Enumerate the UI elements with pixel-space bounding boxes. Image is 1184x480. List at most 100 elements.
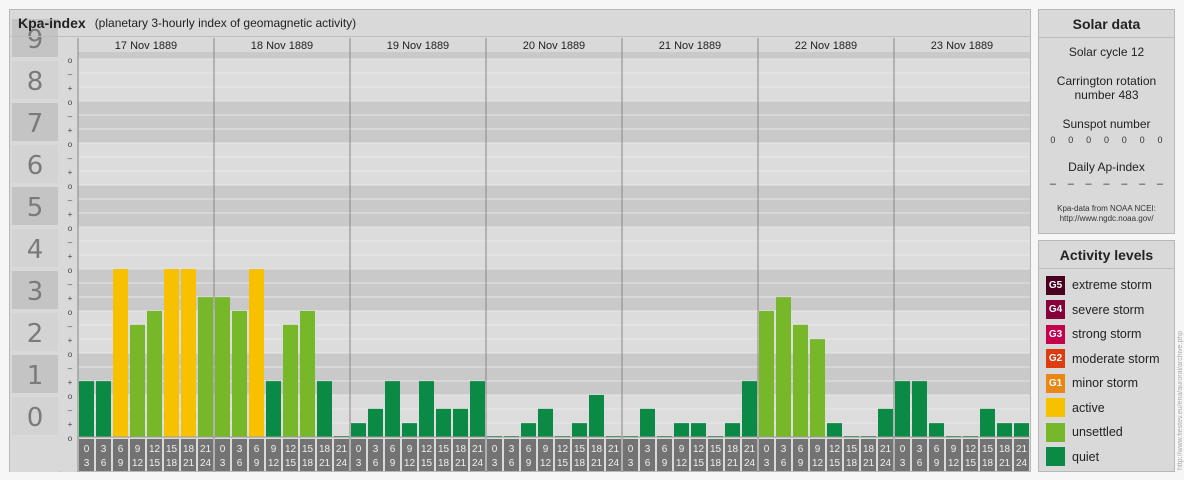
- interval-end-label: 9: [662, 458, 668, 469]
- minor-tick-label: o: [68, 266, 73, 275]
- interval-end-label: 15: [285, 458, 297, 469]
- sunspot-value: 0: [1121, 135, 1127, 145]
- interval-end-label: 6: [373, 458, 379, 469]
- ap-value: –: [1156, 178, 1164, 190]
- interval-start-label: 21: [336, 444, 348, 455]
- legend-swatch: [1046, 422, 1065, 442]
- interval-end-label: 12: [132, 458, 144, 469]
- interval-start-label: 3: [645, 444, 651, 455]
- kp-bar: [878, 408, 893, 437]
- interval-start-label: 12: [965, 444, 977, 455]
- credit-url[interactable]: http://www.fiestev.eu/eria/auroral/archi…: [1177, 331, 1184, 470]
- interval-start-label: 9: [271, 444, 277, 455]
- kp-bar: [402, 423, 417, 437]
- interval-start-label: 18: [319, 444, 331, 455]
- kp-bar: [742, 381, 757, 437]
- kp-level-band: [78, 52, 1030, 59]
- interval-start-label: 15: [846, 444, 858, 455]
- interval-end-label: 15: [421, 458, 433, 469]
- interval-start-label: 9: [407, 444, 413, 455]
- interval-end-label: 12: [676, 458, 688, 469]
- interval-end-label: 3: [492, 458, 498, 469]
- legend-swatch: [1046, 398, 1065, 418]
- y-tick-label: 6: [27, 151, 44, 181]
- sunspot-value: 0: [1139, 135, 1145, 145]
- legend-label: active: [1072, 400, 1105, 415]
- kp-bar: [385, 381, 400, 437]
- kp-bar: [300, 311, 315, 437]
- interval-start-label: 0: [628, 444, 634, 455]
- daily-ap-values: – – – – – – –: [1039, 178, 1174, 190]
- interval-start-label: 21: [200, 444, 212, 455]
- kp-index-panel: 0 1 2 3 4 5 6 7 8 9 o + – o + – o + – o + – o + – o + – o + – o + – o + – o 17…: [9, 9, 1031, 472]
- legend-label: severe storm: [1072, 302, 1145, 317]
- legend-swatch: G5: [1046, 275, 1065, 295]
- kp-bar: [96, 381, 111, 437]
- kp-level-band: [78, 227, 1030, 269]
- interval-start-label: 3: [373, 444, 379, 455]
- day-label: 19 Nov 1889: [387, 40, 449, 52]
- interval-end-label: 18: [166, 458, 178, 469]
- interval-start-label: 9: [951, 444, 957, 455]
- interval-start-label: 15: [166, 444, 178, 455]
- interval-end-label: 3: [356, 458, 362, 469]
- activity-levels-title: Activity levels: [1039, 241, 1174, 269]
- interval-end-label: 3: [220, 458, 226, 469]
- kp-bar: [827, 423, 842, 437]
- minor-tick-label: +: [68, 168, 73, 177]
- minor-tick-label: o: [68, 140, 73, 149]
- kp-bar: [997, 423, 1012, 437]
- interval-start-label: 12: [557, 444, 569, 455]
- interval-end-label: 3: [900, 458, 906, 469]
- legend-item-unsettled: unsettled: [1039, 420, 1174, 445]
- interval-end-label: 24: [744, 458, 756, 469]
- kp-bar: [776, 297, 791, 437]
- legend-label: quiet: [1072, 449, 1100, 464]
- interval-end-label: 12: [812, 458, 824, 469]
- interval-start-label: 6: [798, 444, 804, 455]
- y-tick-label: 4: [27, 235, 44, 265]
- kp-bar: [640, 408, 655, 437]
- legend-swatch: G4: [1046, 300, 1065, 320]
- interval-end-label: 9: [526, 458, 532, 469]
- sunspot-value: 0: [1086, 135, 1092, 145]
- interval-start-label: 18: [591, 444, 603, 455]
- minor-tick-label: +: [68, 126, 73, 135]
- kp-bar: [317, 381, 332, 437]
- legend-label: moderate storm: [1072, 351, 1160, 366]
- kp-bar: [453, 408, 468, 437]
- minor-tick-label: o: [68, 392, 73, 401]
- interval-start-label: 6: [934, 444, 940, 455]
- interval-end-label: 24: [1016, 458, 1028, 469]
- kp-bar: [436, 408, 451, 437]
- day-label: 22 Nov 1889: [795, 40, 857, 52]
- kp-bar: [130, 324, 145, 437]
- ap-value: –: [1085, 178, 1092, 190]
- minor-tick-label: +: [68, 210, 73, 219]
- kp-bar: [759, 311, 774, 437]
- interval-end-label: 12: [268, 458, 280, 469]
- chart-title: Kpa-index: [18, 15, 86, 31]
- interval-end-label: 18: [846, 458, 858, 469]
- source-url[interactable]: http://www.ngdc.noaa.gov/: [1039, 214, 1174, 224]
- sunspot-number-label: Sunspot number: [1062, 117, 1151, 131]
- interval-end-label: 15: [149, 458, 161, 469]
- legend-item-active: active: [1039, 396, 1174, 421]
- interval-end-label: 9: [798, 458, 804, 469]
- interval-start-label: 9: [135, 444, 141, 455]
- interval-start-label: 0: [84, 444, 90, 455]
- interval-start-label: 6: [662, 444, 668, 455]
- interval-end-label: 18: [710, 458, 722, 469]
- kp-bar: [147, 311, 162, 437]
- kp-level-band: [78, 59, 1030, 101]
- interval-end-label: 9: [118, 458, 124, 469]
- interval-end-label: 6: [237, 458, 243, 469]
- day-label: 20 Nov 1889: [523, 40, 585, 52]
- activity-legend: G5 extreme storm G4 severe storm G3 strong st…: [1039, 269, 1174, 469]
- kp-bar: [912, 381, 927, 437]
- carrington-rotation: Carrington rotation number 483: [1056, 74, 1157, 102]
- kp-bar: [79, 381, 94, 437]
- legend-item-minor-storm: G1 minor storm: [1039, 371, 1174, 396]
- interval-end-label: 18: [982, 458, 994, 469]
- interval-end-label: 12: [948, 458, 960, 469]
